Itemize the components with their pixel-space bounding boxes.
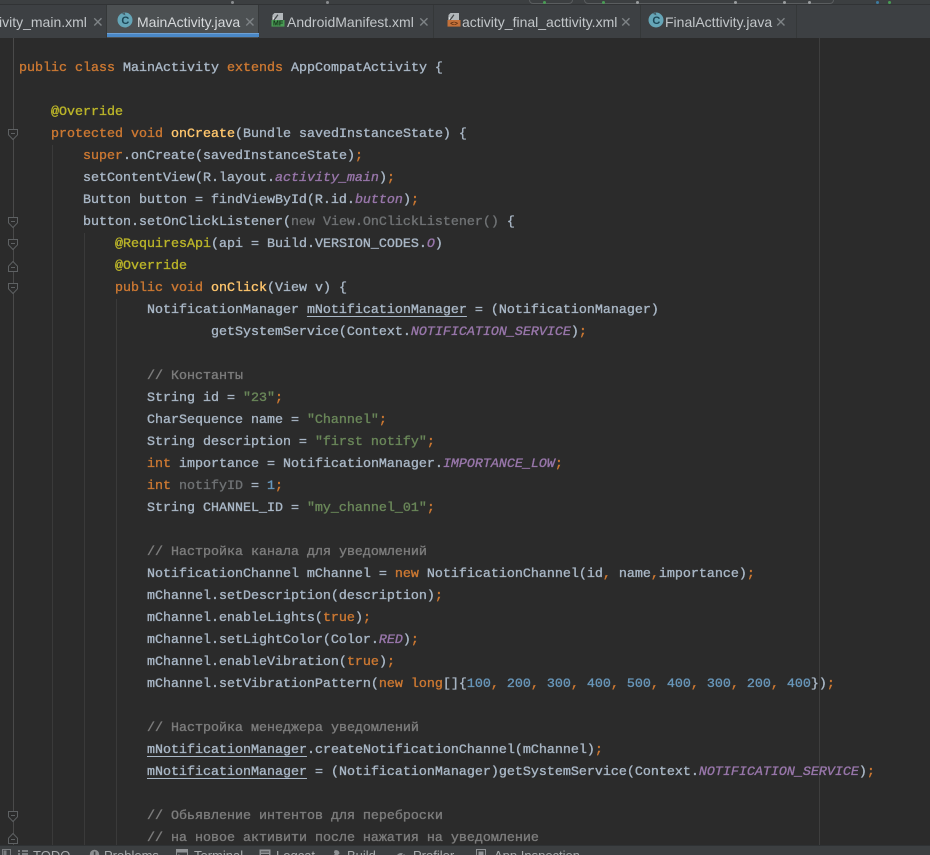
svg-text:C: C (652, 15, 660, 27)
svg-text:C: C (121, 15, 129, 27)
svg-text:MF: MF (273, 21, 284, 28)
svg-text:<>: <> (450, 20, 458, 27)
